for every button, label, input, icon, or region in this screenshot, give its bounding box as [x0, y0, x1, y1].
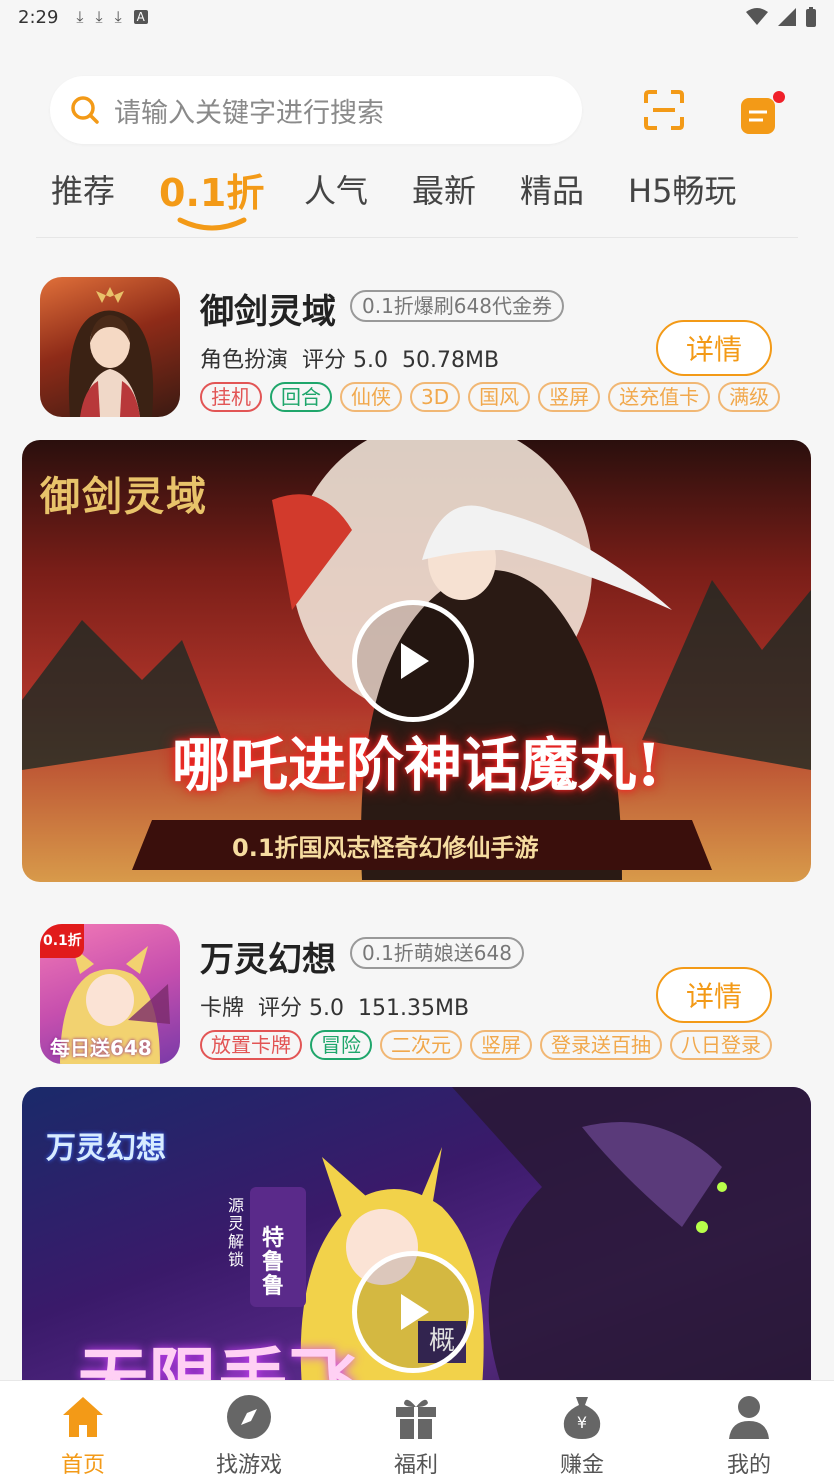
nav-welfare[interactable]: 福利 — [346, 1381, 486, 1481]
download-icon: ⤓ — [114, 7, 122, 26]
tag: 挂机 — [200, 382, 262, 412]
nav-mine[interactable]: 我的 — [679, 1381, 819, 1481]
promo-badge: 0.1折萌娘送648 — [350, 937, 524, 969]
home-icon — [63, 1397, 103, 1437]
banner-headline: 无限丢飞 — [78, 1340, 358, 1387]
tag: 回合 — [270, 382, 332, 412]
tag: 竖屏 — [538, 382, 601, 412]
detail-button[interactable]: 详情 — [656, 320, 772, 376]
tag: 放置卡牌 — [200, 1030, 302, 1060]
battery-icon — [806, 7, 816, 27]
search-icon — [71, 96, 99, 124]
active-tab-indicator — [177, 217, 247, 231]
notification-a-icon: A — [133, 10, 148, 24]
tab-popular[interactable]: 人气 — [304, 166, 368, 212]
status-time: 2:29 — [18, 6, 59, 28]
tag: 二次元 — [380, 1030, 462, 1060]
svg-text:¥: ¥ — [577, 1413, 587, 1432]
icon-caption: 每日送648 — [50, 1036, 152, 1060]
game-title[interactable]: 御剑灵域 — [200, 284, 336, 333]
user-icon — [729, 1396, 769, 1439]
gift-icon — [396, 1399, 436, 1439]
banner-logo: 万灵幻想 — [46, 1131, 166, 1166]
tag-list: 挂机 回合 仙侠 3D 国风 竖屏 送充值卡 满级 — [200, 382, 794, 414]
banner-subtitle: 0.1折国风志怪奇幻修仙手游 — [232, 834, 539, 862]
game-video-banner[interactable]: 万灵幻想 源灵解锁 特鲁鲁 无限丢飞 概 — [22, 1087, 811, 1387]
tab-discount[interactable]: 0.1折 — [159, 162, 264, 217]
banner-logo: 御剑灵域 — [40, 473, 208, 520]
game-category: 角色扮演 — [200, 348, 289, 373]
tab-newest[interactable]: 最新 — [412, 166, 476, 212]
nav-label: 福利 — [393, 1453, 438, 1478]
detail-button[interactable]: 详情 — [656, 967, 772, 1023]
nav-label: 首页 — [60, 1453, 105, 1478]
scan-icon — [644, 90, 684, 130]
tab-recommend[interactable]: 推荐 — [51, 166, 115, 212]
promo-badge: 0.1折爆刷648代金券 — [350, 290, 564, 322]
search-input[interactable]: 请输入关键字进行搜索 — [50, 76, 582, 144]
nav-label: 我的 — [726, 1453, 771, 1478]
scan-button[interactable] — [638, 84, 690, 136]
message-icon — [741, 91, 785, 134]
tag: 登录送百抽 — [540, 1030, 662, 1060]
game-size: 151.35MB — [358, 996, 470, 1021]
game-icon[interactable]: 0.1折 每日送648 — [40, 924, 180, 1064]
tag-list: 放置卡牌 冒险 二次元 竖屏 登录送百抽 八日登录 — [200, 1030, 794, 1062]
tag: 八日登录 — [670, 1030, 772, 1060]
game-icon[interactable] — [40, 277, 180, 417]
download-icon: ⤓ — [76, 7, 84, 26]
game-meta: 卡牌 评分 5.0 151.35MB — [200, 990, 469, 1022]
banner-headline: 哪吒进阶神话魔丸! — [172, 731, 662, 799]
status-bar: 2:29 ⤓ ⤓ ⤓ A — [0, 0, 834, 34]
signal-icon — [778, 8, 796, 26]
search-placeholder: 请输入关键字进行搜索 — [114, 97, 384, 129]
game-character-art — [68, 287, 154, 417]
wifi-icon — [746, 8, 768, 25]
tab-h5[interactable]: H5畅玩 — [628, 166, 736, 212]
banner-side-label: 源灵解锁 — [228, 1196, 245, 1269]
game-rating: 评分 5.0 — [258, 996, 344, 1021]
message-button[interactable] — [734, 88, 786, 140]
nav-find-games[interactable]: 找游戏 — [179, 1381, 319, 1481]
nav-label: 赚金 — [559, 1453, 604, 1478]
tag: 仙侠 — [340, 382, 402, 412]
game-video-banner[interactable]: 御剑灵域 哪吒进阶神话魔丸! 0.1折国风志怪奇幻修仙手游 — [22, 440, 811, 882]
tag: 竖屏 — [470, 1030, 532, 1060]
tag: 国风 — [468, 382, 531, 412]
game-size: 50.78MB — [402, 348, 500, 373]
banner-character-name: 特鲁鲁 — [262, 1226, 285, 1299]
play-icon — [401, 1294, 429, 1330]
play-icon — [401, 643, 429, 679]
tab-premium[interactable]: 精品 — [520, 166, 584, 212]
download-icon: ⤓ — [95, 7, 103, 26]
play-button[interactable] — [352, 600, 474, 722]
game-meta: 角色扮演 评分 5.0 50.78MB — [200, 342, 499, 374]
tag: 满级 — [718, 382, 781, 412]
game-title[interactable]: 万灵幻想 — [200, 932, 336, 981]
discount-badge-text: 0.1折 — [43, 933, 82, 949]
bottom-navigation: 首页 找游戏 福利 ¥ 赚金 我的 — [0, 1380, 834, 1482]
play-button[interactable] — [352, 1251, 474, 1373]
nav-label: 找游戏 — [215, 1453, 282, 1478]
category-tabs: 推荐 0.1折 人气 最新 精品 H5畅玩 — [36, 160, 798, 238]
tag: 送充值卡 — [608, 382, 711, 412]
compass-icon — [227, 1395, 271, 1439]
nav-earn[interactable]: ¥ 赚金 — [512, 1381, 652, 1481]
tag: 冒险 — [310, 1030, 372, 1060]
nav-home[interactable]: 首页 — [13, 1381, 153, 1481]
game-category: 卡牌 — [200, 996, 245, 1021]
game-rating: 评分 5.0 — [302, 348, 388, 373]
tag: 3D — [410, 382, 461, 412]
money-bag-icon: ¥ — [563, 1397, 601, 1439]
